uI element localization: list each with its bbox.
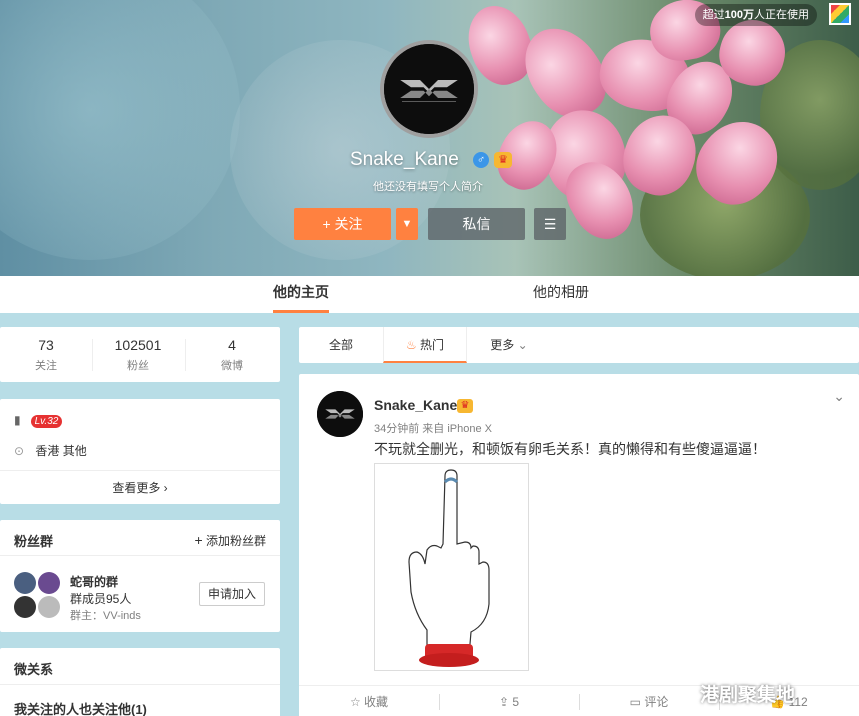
stat-following[interactable]: 73 关注 <box>0 337 92 373</box>
feed-post: Snake_Kane ♛ ⌄ 34分钟前 来自 iPhone X 不玩就全删光，… <box>299 374 859 716</box>
share-button[interactable]: ⇪ 5 <box>439 686 579 716</box>
post-meta[interactable]: 34分钟前 来自 iPhone X <box>374 420 492 436</box>
profile-avatar[interactable] <box>380 40 478 138</box>
profile-tabbar: 他的主页 他的相册 <box>0 276 859 313</box>
profile-bio: 他还没有填写个人简介 <box>373 181 483 193</box>
fire-icon: ♨ <box>405 338 417 352</box>
info-card: ▮ Lv.32 ⊙ 香港 其他 查看更多 › <box>0 399 280 504</box>
watermark: 港剧聚集地 <box>700 685 796 706</box>
group-avatar[interactable] <box>14 572 60 618</box>
relations-card: 微关系 我关注的人也关注他(1) <box>0 648 280 716</box>
plus-icon: + <box>194 532 203 548</box>
chevron-down-icon: ⌄ <box>517 338 528 352</box>
stat-posts[interactable]: 4 微博 <box>186 337 278 373</box>
follow-dropdown-button[interactable]: ▼ <box>396 208 418 240</box>
location-icon: ⊙ <box>14 444 25 458</box>
filter-tab-hot[interactable]: ♨ 热门 <box>383 327 467 363</box>
stats-card: 73 关注 102501 粉丝 4 微博 <box>0 327 280 382</box>
menu-icon[interactable]: ☰ <box>534 208 566 240</box>
view-more-link[interactable]: 查看更多 › <box>0 470 280 504</box>
add-fan-group-button[interactable]: + 添加粉丝群 <box>194 532 266 549</box>
fan-group-title: 粉丝群 <box>14 534 54 549</box>
profile-name: Snake_Kane <box>350 149 459 170</box>
vip-icon[interactable]: ♛ <box>494 152 512 168</box>
message-button[interactable]: 私信 <box>428 208 525 240</box>
online-users-badge: 超过100万人正在使用 <box>694 4 817 26</box>
share-icon: ⇪ <box>498 695 510 709</box>
level-row: ▮ Lv.32 <box>14 413 63 428</box>
favorite-button[interactable]: ☆ 收藏 <box>299 686 439 716</box>
vip-icon[interactable]: ♛ <box>457 399 473 413</box>
stat-followers[interactable]: 102501 粉丝 <box>92 337 184 373</box>
join-group-button[interactable]: 申请加入 <box>199 582 265 606</box>
chevron-down-icon[interactable]: ⌄ <box>833 388 845 405</box>
fan-group-card: 粉丝群 + 添加粉丝群 蛇哥的群 群成员95人 群主：VV-inds 申请加入 <box>0 520 280 632</box>
relations-title: 微关系 <box>14 662 54 677</box>
star-icon: ☆ <box>349 695 361 709</box>
mutual-follow-link[interactable]: 我关注的人也关注他(1) <box>14 699 147 716</box>
comment-icon: ▭ <box>629 695 641 709</box>
tab-home[interactable]: 他的主页 <box>273 276 329 313</box>
location-row: ⊙ 香港 其他 <box>14 442 87 459</box>
comment-button[interactable]: ▭ 评论 <box>579 686 719 716</box>
post-avatar[interactable] <box>317 391 363 437</box>
male-icon: ♂ <box>473 152 489 168</box>
level-badge[interactable]: Lv.32 <box>30 415 63 428</box>
location-text: 香港 其他 <box>35 444 87 458</box>
chevron-right-icon: › <box>163 481 168 495</box>
group-members: 群成员95人 <box>70 592 132 606</box>
filter-tab-all[interactable]: 全部 <box>299 327 383 363</box>
post-author[interactable]: Snake_Kane <box>374 397 457 413</box>
post-image[interactable] <box>374 463 529 671</box>
follow-button[interactable]: + 关注 <box>294 208 391 240</box>
post-text: 不玩就全删光，和顿饭有卵毛关系！真的懒得和有些傻逼逼逼！ <box>374 441 766 457</box>
group-name[interactable]: 蛇哥的群 <box>70 573 118 590</box>
app-logo-icon[interactable] <box>829 3 851 25</box>
feed-filter-bar: 全部 ♨ 热门 更多 ⌄ <box>299 327 859 363</box>
tab-album[interactable]: 他的相册 <box>533 276 589 313</box>
filter-tab-more[interactable]: 更多 ⌄ <box>477 327 541 363</box>
bookmark-icon: ▮ <box>14 413 21 427</box>
group-owner: 群主：VV-inds <box>70 610 141 622</box>
